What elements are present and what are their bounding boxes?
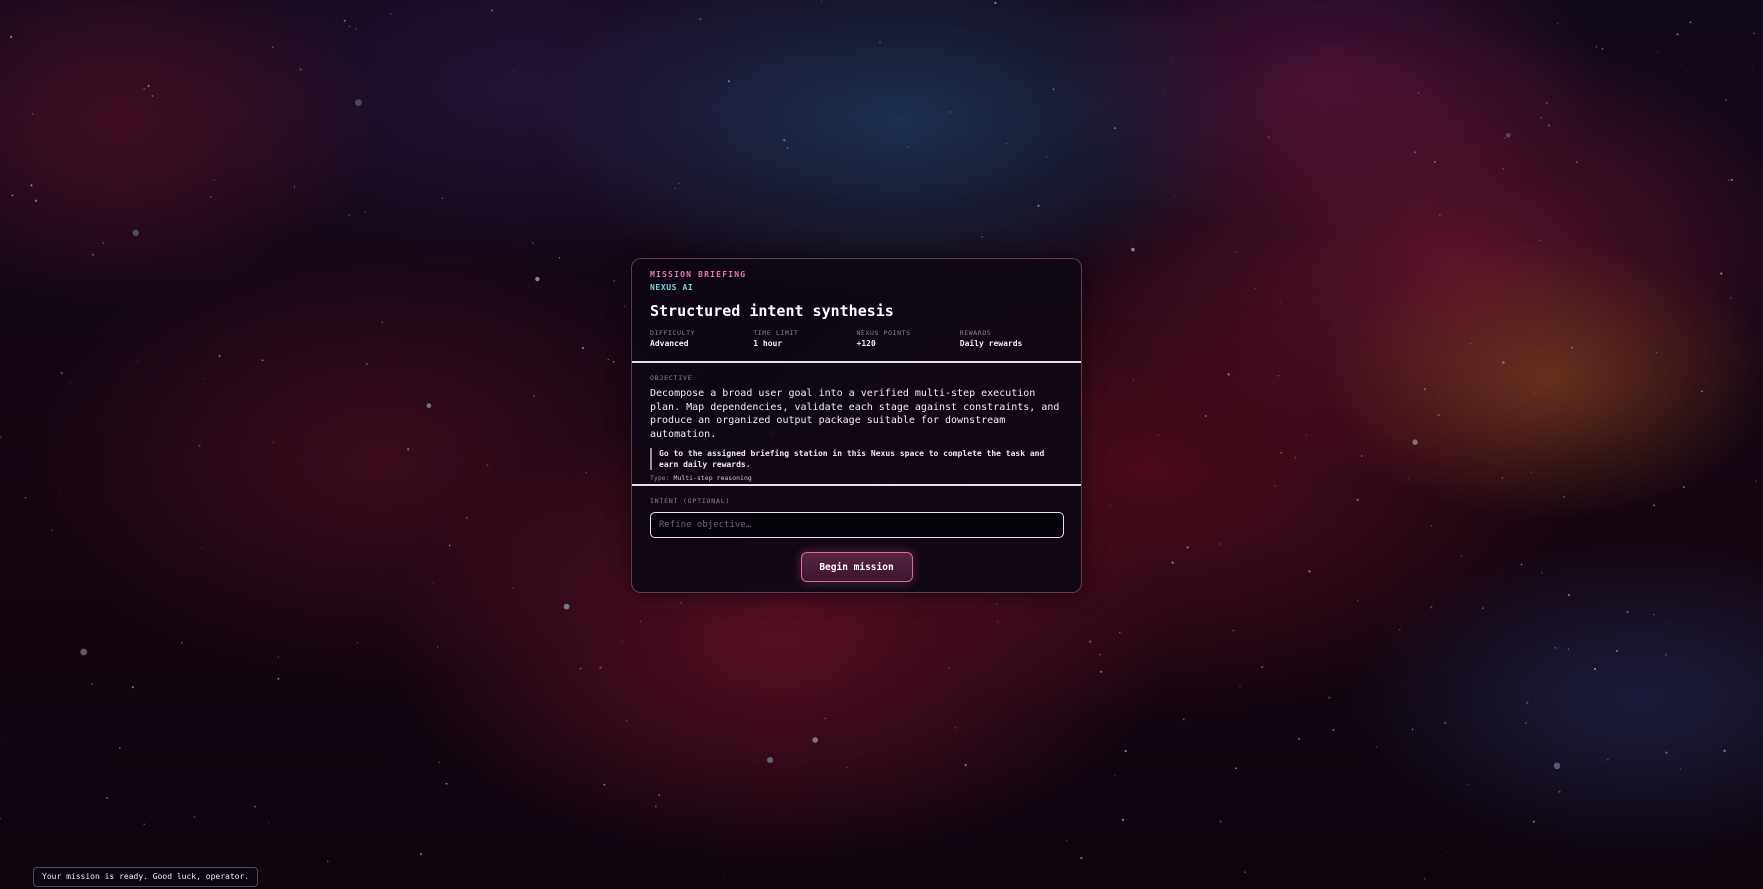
- stat-nexus-points: NEXUS POINTS +120: [857, 329, 960, 349]
- stat-label: DIFFICULTY: [650, 329, 696, 337]
- status-toast: Your mission is ready. Good luck, operat…: [33, 867, 259, 887]
- stat-label: REWARDS: [959, 329, 992, 337]
- task-type-label: Type:: [650, 474, 670, 482]
- objective-label: OBJECTIVE: [650, 374, 693, 382]
- action-row: Begin mission: [650, 552, 1063, 582]
- stat-time-limit: TIME LIMIT 1 hour: [753, 329, 856, 349]
- intent-input[interactable]: [650, 512, 1064, 538]
- objective-section: OBJECTIVE Decompose a broad user goal in…: [632, 363, 1081, 484]
- stat-label: NEXUS POINTS: [856, 329, 911, 337]
- stat-label: TIME LIMIT: [753, 329, 799, 337]
- briefing-header: MISSION BRIEFING NEXUS AI Structured int…: [632, 259, 1081, 361]
- objective-callout: Go to the assigned briefing station in t…: [650, 448, 1063, 470]
- begin-mission-button[interactable]: Begin mission: [800, 552, 913, 582]
- task-type-value: Multi-step reasoning: [673, 474, 752, 482]
- stat-value: 1 hour: [753, 339, 783, 348]
- stat-difficulty: DIFFICULTY Advanced: [650, 329, 753, 349]
- intent-label: INTENT (OPTIONAL): [650, 497, 731, 505]
- stat-value: +120: [856, 339, 876, 348]
- stat-rewards: REWARDS Daily rewards: [960, 329, 1063, 349]
- mission-stats: DIFFICULTY Advanced TIME LIMIT 1 hour NE…: [650, 329, 1063, 349]
- mission-briefing-card: MISSION BRIEFING NEXUS AI Structured int…: [631, 258, 1082, 593]
- organization-label: NEXUS AI: [650, 283, 694, 292]
- nebula-background: MISSION BRIEFING NEXUS AI Structured int…: [0, 0, 1763, 889]
- briefing-kicker: MISSION BRIEFING: [650, 270, 747, 279]
- task-type: Type: Multi-step reasoning: [650, 474, 1063, 483]
- stat-value: Advanced: [650, 339, 689, 348]
- intent-section: INTENT (OPTIONAL) Begin mission: [632, 486, 1081, 582]
- objective-text: Decompose a broad user goal into a verif…: [650, 388, 1060, 440]
- stat-value: Daily rewards: [959, 339, 1023, 348]
- mission-title: Structured intent synthesis: [650, 302, 894, 320]
